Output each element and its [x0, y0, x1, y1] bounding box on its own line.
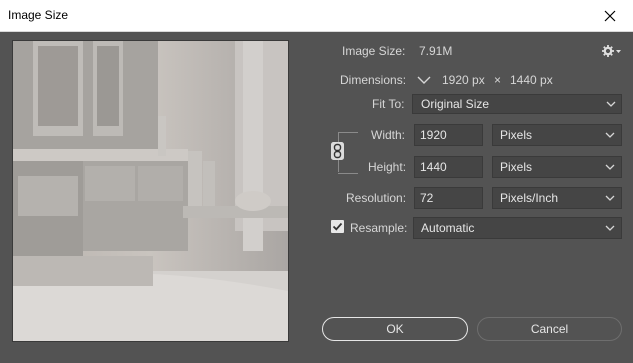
chevron-down-icon: [605, 195, 615, 201]
dimensions-times: ×: [494, 73, 502, 87]
fit-to-value: Original Size: [421, 97, 490, 111]
image-size-label: Image Size:: [342, 44, 406, 58]
image-size-value: 7.91M: [419, 44, 453, 58]
fit-to-label: Fit To:: [372, 97, 405, 111]
cancel-button[interactable]: Cancel: [477, 317, 622, 341]
width-input[interactable]: 1920: [414, 124, 483, 146]
close-icon: [604, 10, 616, 22]
resolution-unit-select[interactable]: Pixels/Inch: [492, 187, 622, 209]
gear-icon: [602, 45, 621, 57]
checkmark-icon: [332, 222, 343, 231]
dimensions-label: Dimensions:: [340, 73, 407, 87]
resolution-label: Resolution:: [346, 191, 407, 205]
close-button[interactable]: [587, 0, 633, 32]
preview-image: [13, 41, 288, 341]
chevron-down-icon: [605, 132, 615, 138]
window-title: Image Size: [8, 8, 69, 22]
ok-button[interactable]: OK: [322, 317, 468, 341]
settings-gear-button[interactable]: [601, 43, 621, 59]
fit-to-dropdown[interactable]: Original Size: [412, 94, 622, 114]
constrain-proportions-button[interactable]: [331, 142, 344, 160]
height-label: Height:: [368, 160, 407, 174]
dimensions-chevron-icon[interactable]: [417, 75, 431, 85]
chain-link-icon: [331, 142, 344, 160]
height-unit-value: Pixels: [500, 160, 533, 174]
dimensions-height-value: 1440 px: [510, 73, 553, 87]
resample-label: Resample:: [350, 221, 408, 235]
resample-select[interactable]: Automatic: [413, 217, 622, 239]
resolution-input[interactable]: 72: [414, 187, 483, 209]
chevron-down-icon: [605, 225, 615, 231]
width-unit-value: Pixels: [500, 128, 533, 142]
link-bracket-top: [338, 132, 358, 133]
width-unit-select[interactable]: Pixels: [492, 124, 622, 146]
chevron-down-icon: [606, 101, 616, 107]
height-input[interactable]: 1440: [414, 156, 483, 178]
resample-checkbox[interactable]: [331, 220, 344, 233]
height-unit-select[interactable]: Pixels: [492, 156, 622, 178]
resolution-unit-value: Pixels/Inch: [500, 191, 559, 205]
link-bracket-bottom: [338, 173, 358, 174]
resample-value: Automatic: [421, 221, 475, 235]
dimensions-width-value: 1920 px: [442, 73, 485, 87]
width-label: Width:: [371, 128, 406, 142]
image-preview[interactable]: [12, 40, 289, 342]
title-bar: Image Size: [0, 0, 633, 32]
image-size-dialog: Image Size: 7.91M Dimensions: 1920 px × …: [0, 32, 633, 363]
chevron-down-icon: [605, 164, 615, 170]
